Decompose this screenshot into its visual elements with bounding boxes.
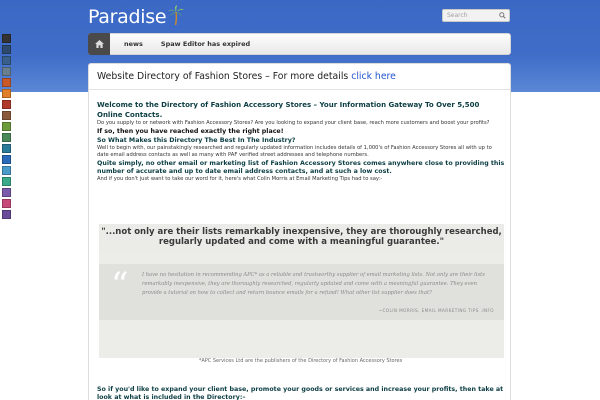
color-swatch[interactable] xyxy=(2,67,11,76)
directory-cta-text: So if you'd like to expand your client b… xyxy=(97,386,504,400)
testimonial-panel: “ I have no hesitation in recommending A… xyxy=(99,252,504,358)
color-swatch[interactable] xyxy=(2,210,11,219)
intro-text: Do you supply to or network with Fashion… xyxy=(97,120,490,126)
well-to-begin-text: Well to begin with, our painstakingly re… xyxy=(97,144,492,158)
quite-simply-text: Quite simply, no other email or marketin… xyxy=(97,159,505,176)
main-navigation: news Spaw Editor has expired xyxy=(88,32,511,55)
page-title: Website Directory of Fashion Stores – Fo… xyxy=(97,71,396,82)
content-panel: Website Directory of Fashion Stores – Fo… xyxy=(88,63,511,400)
color-swatch[interactable] xyxy=(2,45,11,54)
color-swatch[interactable] xyxy=(2,34,11,43)
details-link[interactable]: click here xyxy=(351,71,396,82)
color-swatch[interactable] xyxy=(2,166,11,175)
testimonial-box: “ I have no hesitation in recommending A… xyxy=(99,264,504,320)
color-swatch[interactable] xyxy=(2,111,11,120)
nav-item-spaw-editor[interactable]: Spaw Editor has expired xyxy=(161,40,250,48)
testimonial-text: I have no hesitation in recommending APC… xyxy=(142,272,485,296)
color-swatch[interactable] xyxy=(2,155,11,164)
site-logo[interactable]: Paradise xyxy=(88,5,185,29)
what-makes-heading: So What Makes this Directory The Best In… xyxy=(97,136,296,144)
color-swatch[interactable] xyxy=(2,144,11,153)
if-so-text: If so, then you have reached exactly the… xyxy=(97,128,284,135)
palm-tree-icon xyxy=(168,5,185,25)
title-divider xyxy=(89,89,510,90)
search-icon[interactable] xyxy=(497,11,507,21)
color-swatch[interactable] xyxy=(2,89,11,98)
logo-text: Paradise xyxy=(88,6,167,28)
color-swatch[interactable] xyxy=(2,133,11,142)
nav-item-news[interactable]: news xyxy=(124,40,143,48)
color-swatch[interactable] xyxy=(2,199,11,208)
home-button[interactable] xyxy=(88,32,110,55)
welcome-heading: Welcome to the Directory of Fashion Acce… xyxy=(97,101,480,119)
color-swatch[interactable] xyxy=(2,177,11,186)
color-swatch[interactable] xyxy=(2,122,11,131)
color-swatch[interactable] xyxy=(2,188,11,197)
article-body: Welcome to the Directory of Fashion Acce… xyxy=(97,101,505,183)
search-box xyxy=(442,9,510,22)
home-icon xyxy=(94,39,104,48)
apc-footnote: *APC Services Ltd are the publishers of … xyxy=(198,358,403,364)
color-swatch[interactable] xyxy=(2,78,11,87)
search-input[interactable] xyxy=(443,10,497,21)
color-swatch[interactable] xyxy=(2,100,11,109)
testimonial-attribution: ~COLIN MORRIS, EMAIL MARKETING TIPS .INF… xyxy=(378,308,494,313)
color-swatch-bar xyxy=(2,34,12,221)
quote-mark-icon: “ xyxy=(111,265,129,305)
page-title-text: Website Directory of Fashion Stores – Fo… xyxy=(97,71,352,82)
quote-headline: "...not only are their lists remarkably … xyxy=(99,224,504,252)
color-swatch[interactable] xyxy=(2,56,11,65)
and-if-text: And if you don't just want to take our w… xyxy=(97,176,383,183)
